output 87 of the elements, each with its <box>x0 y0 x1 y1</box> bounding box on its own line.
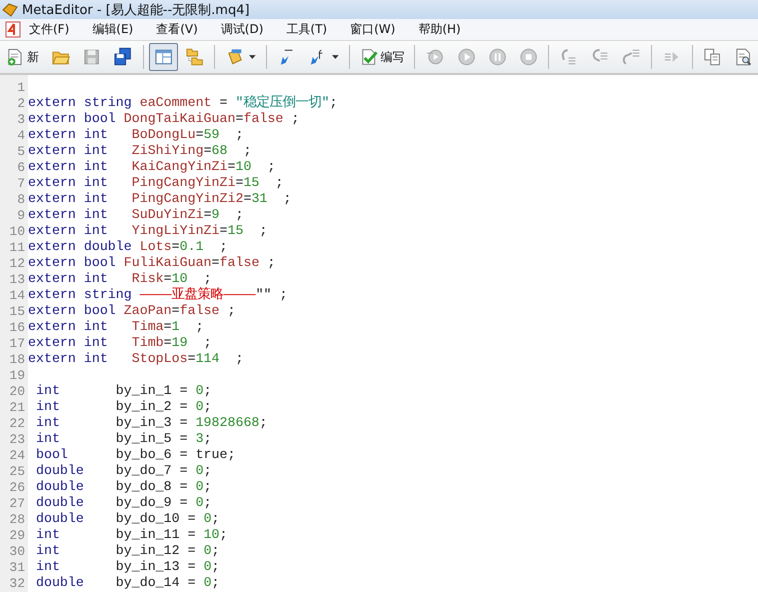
line-number: 3 <box>16 112 26 126</box>
line-number: 28 <box>8 512 26 526</box>
line-number: 4 <box>16 128 26 142</box>
menu-item[interactable]: 帮助(H) <box>418 21 471 38</box>
line-number: 24 <box>8 448 26 462</box>
play-icon <box>456 47 476 67</box>
restart-icon <box>425 47 445 67</box>
line-number: 20 <box>8 384 26 398</box>
line-number: 21 <box>8 400 26 414</box>
line-number: 5 <box>16 144 26 158</box>
code-line: extern int StopLos=114 ; <box>28 351 244 367</box>
code-line: extern int PingCangYinZi2=31 ; <box>28 191 292 207</box>
menu-item[interactable]: 文件(F) <box>29 21 80 38</box>
code-line: extern bool FuliKaiGuan=false ; <box>28 255 276 271</box>
pause-icon <box>488 47 508 67</box>
code-line: double by_do_10 = 0; <box>34 511 220 527</box>
code-line: extern int BoDongLu=59 ; <box>28 127 244 143</box>
line-number: 1 <box>16 80 26 94</box>
line-number: 30 <box>8 544 26 558</box>
line-number: 27 <box>8 496 26 510</box>
code-line: extern bool DongTaiKaiGuan=false ; <box>28 111 300 127</box>
checkmark-icon <box>360 47 378 67</box>
folders-icon <box>184 47 204 67</box>
code-line: extern int Timb=19 ; <box>28 335 212 351</box>
code-line: extern int KaiCangYinZi=10 ; <box>28 159 276 175</box>
code-line: extern int Tima=1 ; <box>28 319 204 335</box>
code-line: int by_in_13 = 0; <box>34 559 220 575</box>
copy-icon <box>702 47 722 67</box>
save-icon <box>82 47 102 67</box>
document-icon[interactable] <box>5 21 21 38</box>
line-number: 19 <box>8 368 26 382</box>
line-number: 9 <box>16 208 26 222</box>
code-line: extern double Lots=0.1 ; <box>28 239 228 255</box>
line-number: 14 <box>8 288 26 302</box>
code-line: extern string eaComment = "稳定压倒一切"; <box>28 95 338 111</box>
code-line: extern int Risk=10 ; <box>28 271 212 287</box>
code-line: bool by_bo_6 = true; <box>34 447 236 463</box>
code-line: extern bool ZaoPan=false ; <box>28 303 236 319</box>
line-number: 17 <box>8 336 26 350</box>
code-line: extern int SuDuYinZi=9 ; <box>28 207 244 223</box>
line-number: 25 <box>8 464 26 478</box>
menu-item[interactable]: 窗口(W) <box>350 21 406 38</box>
window-title: MetaEditor - [易人超能--无限制.mq4] <box>22 2 250 18</box>
code-line: double by_do_7 = 0; <box>34 463 212 479</box>
code-line: double by_do_9 = 0; <box>34 495 212 511</box>
code-line: int by_in_5 = 3; <box>34 431 212 447</box>
menu-item[interactable]: 工具(T) <box>286 21 338 38</box>
new-button[interactable]: 新 <box>1 43 44 71</box>
line-number: 29 <box>8 528 26 542</box>
compile-button[interactable]: 编写 <box>355 43 410 71</box>
code-line: extern string ————亚盘策略————"" ; <box>28 287 288 303</box>
line-number: 23 <box>8 432 26 446</box>
line-number: 10 <box>8 224 26 238</box>
line-number: 18 <box>8 352 26 366</box>
line-number: 32 <box>8 576 26 590</box>
code-line: int by_in_12 = 0; <box>34 543 220 559</box>
code-line: extern int PingCangYinZi=15 ; <box>28 175 284 191</box>
code-line: int by_in_11 = 10; <box>34 527 228 543</box>
line-number: 12 <box>8 256 26 270</box>
code-line: extern int ZiShiYing=68 ; <box>28 143 252 159</box>
layout-button[interactable] <box>148 43 178 71</box>
line-number: 15 <box>8 304 26 318</box>
line-number: 7 <box>16 176 26 190</box>
preview-icon <box>734 47 754 67</box>
menu-item[interactable]: 查看(V) <box>156 21 208 38</box>
menu-item[interactable]: 调试(D) <box>220 21 274 38</box>
panels-icon <box>154 47 173 67</box>
code-line: int by_in_2 = 0; <box>34 399 212 415</box>
code-line: double by_do_14 = 0; <box>34 575 220 591</box>
app-icon <box>2 2 18 16</box>
menu-item[interactable]: 编辑(E) <box>92 21 144 38</box>
line-number: 31 <box>8 560 26 574</box>
line-number: 8 <box>16 192 26 206</box>
line-number: 6 <box>16 160 26 174</box>
line-number: 16 <box>8 320 26 334</box>
line-number: 2 <box>16 96 26 110</box>
line-number: 13 <box>8 272 26 286</box>
step-out-icon <box>622 47 642 67</box>
code-line: double by_do_8 = 0; <box>34 479 212 495</box>
code-line: int by_in_3 = 19828668; <box>34 415 268 431</box>
line-number: 11 <box>8 240 26 254</box>
line-number: 22 <box>8 416 26 430</box>
code-line: int by_in_1 = 0; <box>34 383 212 399</box>
save-all-icon <box>113 47 133 67</box>
line-number: 26 <box>8 480 26 494</box>
code-line: extern int YingLiYinZi=15 ; <box>28 223 268 239</box>
stop-icon <box>519 47 538 67</box>
